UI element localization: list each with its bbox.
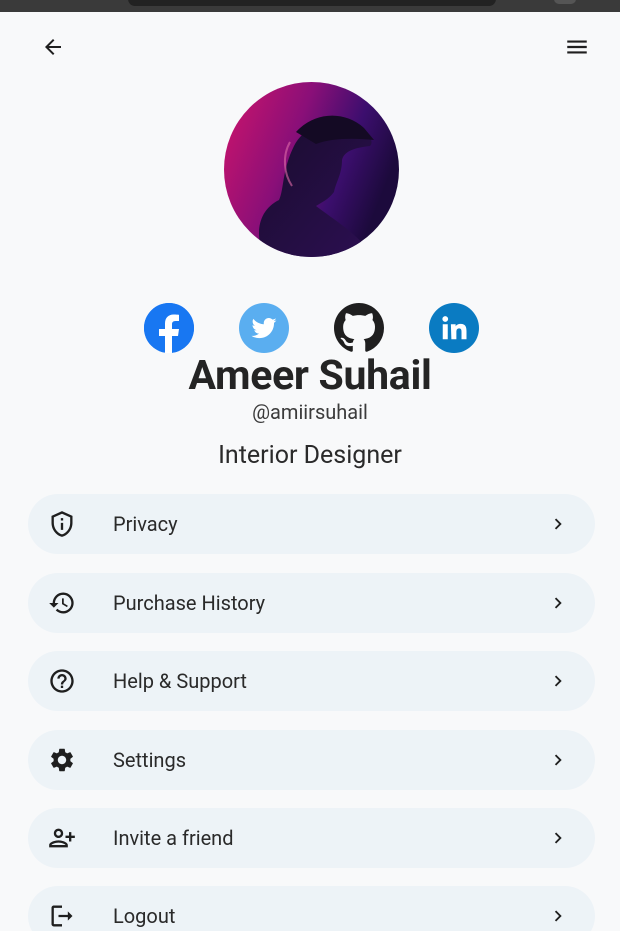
status-pill [128, 0, 496, 6]
menu-item-purchase-history[interactable]: Purchase History [28, 573, 595, 633]
help-icon [48, 667, 76, 695]
profile-role: Interior Designer [218, 441, 402, 470]
chevron-right-icon [547, 827, 569, 849]
linkedin-icon [442, 316, 467, 340]
facebook-icon [144, 303, 194, 353]
hamburger-icon [567, 40, 587, 54]
chevron-right-icon [547, 670, 569, 692]
back-button[interactable] [31, 25, 75, 69]
menu-item-label: Logout [113, 904, 176, 928]
menu-item-settings[interactable]: Settings [28, 730, 595, 790]
twitter-icon [251, 318, 277, 339]
menu-item-privacy[interactable]: Privacy [28, 494, 595, 554]
menu-item-logout[interactable]: Logout [28, 886, 595, 931]
logout-icon [48, 902, 76, 930]
menu-button[interactable] [555, 25, 599, 69]
menu-item-help-support[interactable]: Help & Support [28, 651, 595, 711]
chevron-right-icon [547, 749, 569, 771]
chevron-right-icon [547, 513, 569, 535]
status-bar [0, 0, 620, 12]
avatar-image [224, 82, 399, 257]
avatar [224, 82, 399, 257]
menu-item-invite-friend[interactable]: Invite a friend [28, 808, 595, 868]
menu-item-label: Help & Support [113, 669, 247, 693]
shield-icon [48, 510, 76, 538]
menu-item-label: Purchase History [113, 591, 266, 615]
twitter-button[interactable] [239, 303, 289, 353]
arrow-left-icon [45, 39, 61, 55]
social-links [0, 303, 620, 353]
menu-item-label: Settings [113, 748, 187, 772]
status-dot [554, 0, 576, 4]
profile-name: Ameer Suhail [188, 352, 432, 400]
facebook-button[interactable] [144, 303, 194, 353]
chevron-right-icon [547, 905, 569, 927]
history-icon [48, 589, 76, 617]
github-button[interactable] [334, 303, 384, 353]
menu-item-label: Privacy [113, 512, 178, 536]
linkedin-button[interactable] [429, 303, 479, 353]
github-icon [334, 303, 384, 352]
profile-handle: @amiirsuhail [252, 400, 368, 424]
gear-icon [48, 746, 76, 774]
add-person-icon [48, 824, 76, 852]
menu-item-label: Invite a friend [113, 826, 234, 850]
chevron-right-icon [547, 592, 569, 614]
